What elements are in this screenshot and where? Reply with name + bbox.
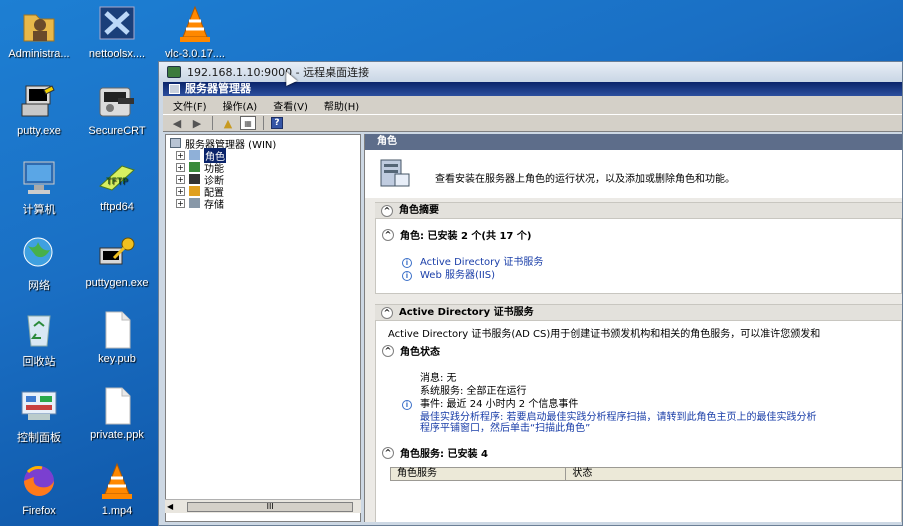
tree-item-storage[interactable]: + 存储 — [176, 197, 224, 211]
collapse-icon[interactable]: ^ — [382, 446, 394, 459]
rdp-titlebar[interactable]: 192.168.1.10:9000 - 远程桌面连接 — [159, 62, 902, 82]
expand-icon[interactable]: + — [176, 186, 185, 196]
menu-help[interactable]: 帮助(H) — [324, 98, 359, 113]
features-icon — [189, 162, 200, 172]
adcs-box: Active Directory 证书服务(AD CS)用于创建证书颁发机构和相… — [375, 320, 902, 522]
storage-icon — [189, 198, 200, 208]
desktop-icon-mp4[interactable]: 1.mp4 — [78, 462, 156, 517]
document-icon — [96, 386, 138, 426]
expand-icon[interactable]: + — [176, 162, 185, 172]
adcs-header[interactable]: ^ Active Directory 证书服务 — [375, 304, 902, 320]
roles-summary-box: ^ 角色: 已安装 2 个(共 17 个) i Active Directory … — [375, 218, 902, 294]
rdp-title: 192.168.1.10:9000 - 远程桌面连接 — [187, 66, 370, 79]
folder-icon — [18, 5, 60, 45]
console-tree: 服务器管理器 (WIN) + 角色 + 功能 + 诊断 + 配置 + 存储 — [165, 134, 361, 522]
intro-section: 查看安装在服务器上角色的运行状况，以及添加或删除角色和功能。 — [365, 150, 902, 198]
column-role-service[interactable]: 角色服务 — [391, 468, 567, 480]
server-manager-titlebar[interactable]: 服务器管理器 — [163, 82, 902, 96]
tftpd64-icon: TFTP — [96, 158, 138, 198]
desktop-icon-securecrt[interactable]: SecureCRT — [78, 82, 156, 137]
server-manager-icon — [169, 84, 180, 94]
diagnostics-icon — [189, 174, 200, 184]
desktop-icon-private-ppk[interactable]: private.ppk — [78, 386, 156, 441]
desktop-icon-puttygen[interactable]: puttygen.exe — [78, 234, 156, 289]
role-link-iis[interactable]: i Web 服务器(IIS) — [402, 266, 495, 281]
desktop-icon-computer[interactable]: 计算机 — [0, 158, 78, 217]
forward-arrow-icon[interactable]: ▶ — [189, 116, 205, 130]
content-header: 角色 — [365, 134, 902, 150]
desktop-icon-key-pub[interactable]: key.pub — [78, 310, 156, 365]
toolbar: ◀ ▶ ▲ ▦ ? — [163, 114, 902, 132]
watermark: CSDN @phoenix1415 — [751, 501, 889, 517]
expand-icon[interactable]: + — [176, 198, 185, 208]
scroll-thumb[interactable]: III — [187, 501, 354, 512]
roles-icon — [189, 150, 200, 160]
expand-icon[interactable]: + — [176, 174, 185, 184]
recycle-bin-icon — [18, 310, 60, 350]
bpa-line-2[interactable]: 程序平铺窗口，然后单击“扫描此角色” — [420, 419, 590, 434]
help-icon[interactable]: ? — [271, 117, 283, 129]
configuration-icon — [189, 186, 200, 196]
tree-horizontal-scrollbar[interactable]: ◀ III — [165, 499, 361, 513]
roles-large-icon — [377, 156, 413, 190]
role-services-header[interactable]: ^ 角色服务: 已安装 4 — [382, 445, 488, 460]
computer-icon — [18, 158, 60, 198]
expand-icon[interactable]: + — [176, 150, 185, 160]
collapse-icon[interactable]: ^ — [382, 228, 394, 241]
collapse-icon[interactable]: ^ — [381, 307, 393, 319]
roles-count-header[interactable]: ^ 角色: 已安装 2 个(共 17 个) — [382, 227, 531, 242]
putty-icon — [18, 82, 60, 122]
desktop-icon-tftpd64[interactable]: TFTP tftpd64 — [78, 158, 156, 213]
info-icon: i — [402, 400, 412, 410]
puttygen-key-icon — [96, 234, 138, 274]
scroll-left-icon[interactable]: ◀ — [167, 502, 173, 511]
document-icon — [96, 310, 138, 350]
info-icon: i — [402, 271, 412, 281]
desktop-icon-vlc-installer[interactable]: vlc-3.0.17.... — [156, 5, 234, 60]
server-icon — [170, 138, 181, 148]
securecrt-icon — [96, 82, 138, 122]
role-services-table-header: 角色服务 状态 — [390, 467, 902, 481]
server-manager-title: 服务器管理器 — [185, 82, 251, 95]
up-folder-icon[interactable]: ▲ — [220, 116, 236, 130]
desktop-icon-recycle-bin[interactable]: 回收站 — [0, 310, 78, 369]
menubar: 文件(F) 操作(A) 查看(V) 帮助(H) — [163, 96, 902, 114]
back-arrow-icon[interactable]: ◀ — [169, 116, 185, 130]
remote-desktop-window[interactable]: 192.168.1.10:9000 - 远程桌面连接 服务器管理器 文件(F) … — [158, 61, 903, 526]
nettoolsx-icon — [96, 5, 138, 45]
firefox-icon — [18, 462, 60, 502]
menu-action[interactable]: 操作(A) — [223, 98, 258, 113]
desktop-icon-firefox[interactable]: Firefox — [0, 462, 78, 517]
vlc-cone-icon — [174, 5, 216, 45]
collapse-icon[interactable]: ^ — [381, 205, 393, 217]
intro-text: 查看安装在服务器上角色的运行状况，以及添加或删除角色和功能。 — [435, 174, 735, 185]
toolbar-separator — [212, 116, 213, 130]
network-globe-icon — [18, 234, 60, 274]
vlc-cone-icon — [96, 462, 138, 502]
content-body: ^ 角色摘要 ^ 角色: 已安装 2 个(共 17 个) i Active Dir… — [365, 198, 902, 522]
role-status-header[interactable]: ^ 角色状态 — [382, 343, 440, 358]
menu-file[interactable]: 文件(F) — [173, 98, 207, 113]
content-pane: 角色 查看安装在服务器上角色的运行状况，以及添加或删除角色和功能。 ^ 角色摘要… — [364, 134, 902, 522]
desktop-icon-control-panel[interactable]: 控制面板 — [0, 386, 78, 445]
svg-text:TFTP: TFTP — [106, 177, 128, 187]
control-panel-icon — [18, 386, 60, 426]
collapse-icon[interactable]: ^ — [382, 344, 394, 357]
adcs-description: Active Directory 证书服务(AD CS)用于创建证书颁发机构和相… — [388, 329, 821, 340]
desktop-icon-nettoolsx[interactable]: nettoolsx.... — [78, 5, 156, 60]
rdp-icon — [167, 66, 181, 78]
toolbar-separator — [263, 116, 264, 130]
desktop-icon-administrator[interactable]: Administra... — [0, 5, 78, 60]
menu-view[interactable]: 查看(V) — [273, 98, 308, 113]
show-hide-tree-icon[interactable]: ▦ — [240, 116, 256, 130]
desktop-icon-putty[interactable]: putty.exe — [0, 82, 78, 137]
desktop-icon-network[interactable]: 网络 — [0, 234, 78, 293]
roles-summary-header[interactable]: ^ 角色摘要 — [375, 202, 902, 218]
column-status[interactable]: 状态 — [566, 468, 902, 480]
